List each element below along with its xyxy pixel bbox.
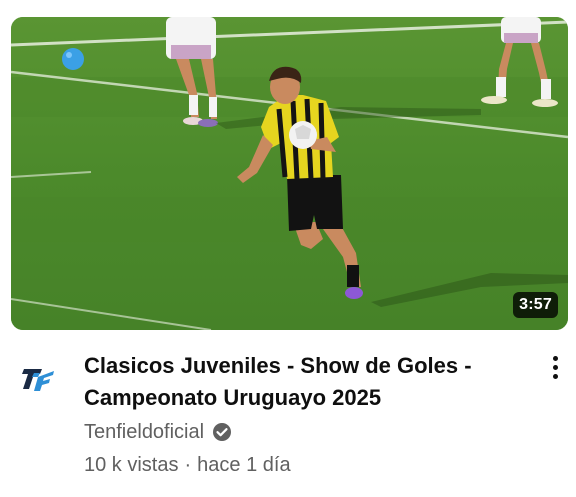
more-vert-icon[interactable] <box>540 350 570 384</box>
view-count: 10 k vistas <box>84 453 179 476</box>
channel-name[interactable]: Tenfieldoficial <box>84 421 204 444</box>
video-stats: 10 k vistas · hace 1 día <box>84 450 514 480</box>
upload-age: hace 1 día <box>197 453 291 476</box>
verified-check-icon <box>213 423 232 441</box>
menu-dot <box>552 355 558 361</box>
thumbnail-image <box>11 17 568 330</box>
channel-avatar-tenfield-logo[interactable] <box>20 359 56 395</box>
video-thumbnail[interactable]: 3:57 <box>11 17 568 330</box>
meta-separator: · <box>184 453 192 476</box>
channel-row: Tenfieldoficial <box>84 416 514 448</box>
duration-badge: 3:57 <box>513 292 558 318</box>
menu-dot <box>552 364 558 370</box>
video-details: Clasicos Juveniles - Show de Goles - Cam… <box>84 350 514 480</box>
menu-dot <box>552 373 558 379</box>
video-title[interactable]: Clasicos Juveniles - Show de Goles - Cam… <box>84 350 514 414</box>
video-card[interactable]: 3:57 Clasicos Juveniles - Show de Goles … <box>0 0 576 497</box>
